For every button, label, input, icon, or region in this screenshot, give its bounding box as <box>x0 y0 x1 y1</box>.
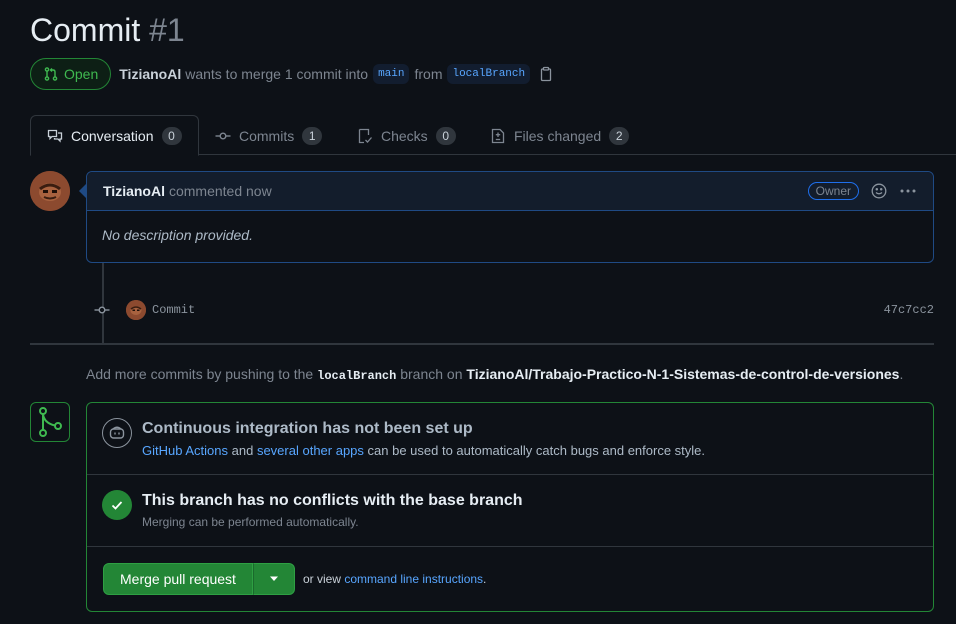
tab-counter: 0 <box>161 126 182 145</box>
github-actions-link[interactable]: GitHub Actions <box>142 443 228 458</box>
copy-icon[interactable] <box>539 66 553 82</box>
ci-subtitle: GitHub Actions and several other apps ca… <box>142 443 705 458</box>
git-pull-request-icon <box>43 66 59 82</box>
alt-prefix: or view <box>302 572 341 586</box>
tab-label: Files changed <box>514 127 602 144</box>
tab-counter: 2 <box>609 126 630 145</box>
avatar[interactable] <box>30 171 70 211</box>
merge-summary: TizianoAl wants to merge 1 commit into m… <box>119 64 553 84</box>
state-badge: Open <box>30 58 112 90</box>
triangle-down-icon <box>269 576 279 582</box>
robot-icon <box>102 418 132 448</box>
comment-discussion-icon <box>47 128 63 144</box>
tab-label: Commits <box>239 127 295 144</box>
timeline-divider <box>30 343 934 345</box>
owner-badge: Owner <box>807 182 859 200</box>
push-note-prefix: Add more commits by pushing to the <box>86 366 314 382</box>
commit-sha-link[interactable]: 47c7cc2 <box>884 303 934 317</box>
kebab-horizontal-icon[interactable] <box>899 183 917 199</box>
merge-text: wants to merge 1 commit into <box>185 66 369 82</box>
pr-tabs: Conversation 0 Commits 1 Checks 0 Files … <box>30 115 956 156</box>
tab-checks[interactable]: Checks 0 <box>341 115 472 156</box>
merge-box: Continuous integration has not been set … <box>86 402 934 612</box>
git-commit-icon <box>94 302 110 318</box>
pr-description-comment: TizianoAl commented now Owner No descrip… <box>79 171 934 263</box>
push-commits-note: Add more commits by pushing to the local… <box>86 366 903 383</box>
base-branch-tag[interactable]: main <box>373 64 410 84</box>
page-title: Commit #1 <box>30 12 185 49</box>
tab-label: Conversation <box>71 127 154 144</box>
pr-author-link[interactable]: TizianoAl <box>119 66 181 82</box>
command-line-instructions-link[interactable]: command line instructions <box>344 572 483 586</box>
state-label: Open <box>64 66 99 82</box>
tab-label: Checks <box>381 127 428 144</box>
commit-author-avatar[interactable] <box>126 300 146 320</box>
merge-actions: Merge pull request or view command line … <box>103 563 486 595</box>
comment-caret <box>79 183 87 199</box>
tab-counter: 1 <box>302 126 323 145</box>
ci-section: Continuous integration has not been set … <box>87 403 933 475</box>
pr-number: #1 <box>149 12 185 48</box>
ci-and: and <box>231 443 254 458</box>
comment-header: TizianoAl commented now Owner <box>87 172 933 211</box>
tab-files-changed[interactable]: Files changed 2 <box>474 115 645 156</box>
push-note-suffix: . <box>899 366 904 382</box>
file-diff-icon <box>490 128 506 144</box>
tab-conversation[interactable]: Conversation 0 <box>30 115 199 156</box>
ci-title: Continuous integration has not been set … <box>142 420 473 437</box>
pr-status-row: Open TizianoAl wants to merge 1 commit i… <box>30 58 553 90</box>
pr-title: Commit <box>30 12 141 48</box>
commit-timeline-item: Commit 47c7cc2 <box>94 298 934 322</box>
conflicts-section: This branch has no conflicts with the ba… <box>87 475 933 547</box>
comment-body: No description provided. <box>102 227 253 243</box>
head-branch-tag[interactable]: localBranch <box>447 64 531 84</box>
smiley-icon[interactable] <box>871 183 887 199</box>
checklist-icon <box>357 128 373 144</box>
merge-pull-request-button[interactable]: Merge pull request <box>103 563 253 595</box>
other-apps-link[interactable]: several other apps <box>257 443 364 458</box>
repo-link[interactable]: TizianoAl/Trabajo-Practico-N-1-Sistemas-… <box>466 366 899 382</box>
tab-commits[interactable]: Commits 1 <box>199 115 338 156</box>
comment-author-link[interactable]: TizianoAl <box>103 183 165 199</box>
alt-instructions: or view command line instructions. <box>303 572 486 586</box>
conflicts-title: This branch has no conflicts with the ba… <box>142 492 523 509</box>
check-icon <box>102 490 132 520</box>
ci-rest: can be used to automatically catch bugs … <box>367 443 706 458</box>
commit-message-link[interactable]: Commit <box>152 303 195 317</box>
comment-action[interactable]: commented now <box>169 183 272 199</box>
merge-status-icon-box <box>30 402 70 442</box>
conflicts-subtitle: Merging can be performed automatically. <box>142 515 359 529</box>
tab-counter: 0 <box>435 126 456 145</box>
from-text: from <box>414 66 443 82</box>
git-commit-icon <box>215 128 231 144</box>
push-note-middle: branch on <box>400 366 463 382</box>
alt-suffix: . <box>483 572 487 586</box>
git-merge-icon <box>36 406 64 438</box>
merge-method-dropdown[interactable] <box>252 563 295 595</box>
push-note-branch: localBranch <box>317 369 397 383</box>
